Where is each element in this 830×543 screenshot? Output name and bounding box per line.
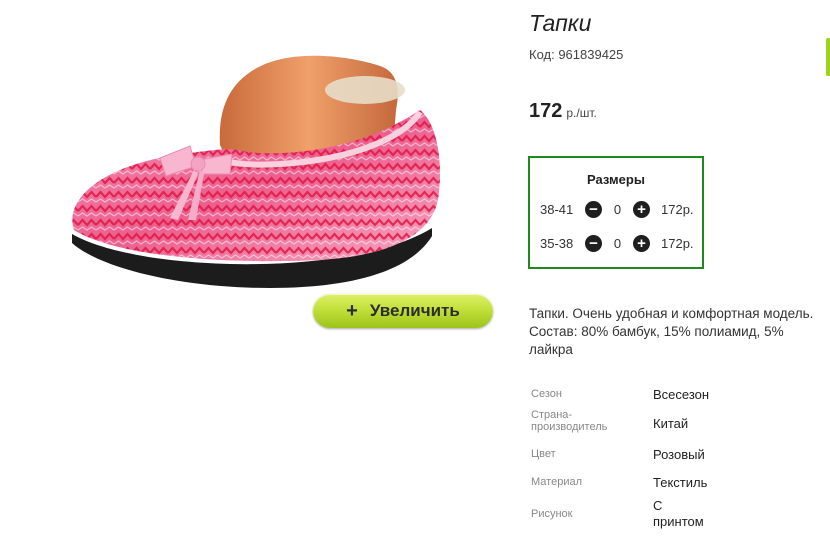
minus-icon[interactable]: − <box>585 234 602 252</box>
size-price: 172р. <box>661 201 694 217</box>
attribute-label: Цвет <box>531 448 556 460</box>
size-row: 35-38 − 0 + 172р. <box>540 233 694 253</box>
size-selector-heading: Размеры <box>587 172 645 187</box>
zoom-button-label: Увеличить <box>369 301 460 320</box>
quantity-value: 0 <box>613 235 622 251</box>
plus-icon[interactable]: + <box>633 200 650 218</box>
product-description: Тапки. Очень удобная и комфортная модель… <box>529 306 814 357</box>
attribute-label: Рисунок <box>531 508 573 520</box>
size-row: 38-41 − 0 + 172р. <box>540 199 694 219</box>
attribute-label: Страна-производитель <box>531 409 608 433</box>
size-price: 172р. <box>661 235 694 251</box>
size-label: 35-38 <box>540 235 574 251</box>
attribute-label: Материал <box>531 476 582 488</box>
plus-icon: + <box>346 300 358 322</box>
size-label: 38-41 <box>540 201 574 217</box>
attribute-value: С принтом <box>653 498 704 529</box>
plus-icon[interactable]: + <box>633 234 650 252</box>
product-price: 172 р./шт. <box>529 100 597 123</box>
attribute-value: Текстиль <box>653 475 708 490</box>
zoom-button[interactable]: + Увеличить <box>313 294 493 328</box>
price-unit: р./шт. <box>566 106 597 120</box>
quantity-value: 0 <box>613 201 622 217</box>
minus-icon[interactable]: − <box>585 200 602 218</box>
size-selector: Размеры 38-41 − 0 + 172р. 35-38 − 0 + 17… <box>528 156 704 269</box>
price-amount: 172 <box>529 100 563 122</box>
product-title: Тапки <box>529 10 592 36</box>
attribute-value: Китай <box>653 416 689 431</box>
attribute-value: Розовый <box>653 447 705 462</box>
side-tab[interactable] <box>826 38 830 76</box>
attribute-label: Сезон <box>531 388 562 400</box>
product-image <box>72 55 440 288</box>
attribute-value: Всесезон <box>653 387 710 402</box>
product-code: Код: 961839425 <box>529 47 624 62</box>
